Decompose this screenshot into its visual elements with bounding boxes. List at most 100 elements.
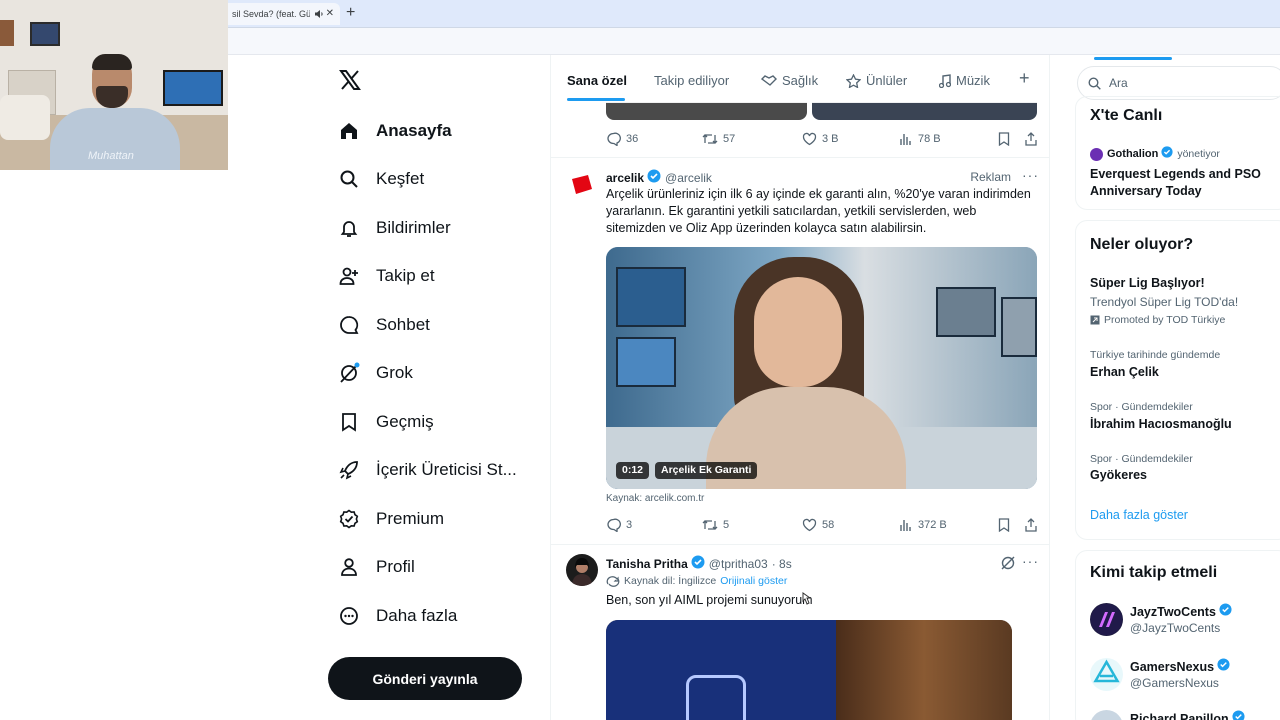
verified-badge-icon xyxy=(1161,145,1173,163)
nav-item-more[interactable]: Daha fazla xyxy=(338,604,457,628)
translation-notice: Kaynak dil: İngilizce Orijinali göster xyxy=(606,575,787,587)
suggestion-name: Richard Papillon xyxy=(1130,712,1229,720)
trend-title[interactable]: Gyökeres xyxy=(1090,468,1147,482)
previous-tweet-media[interactable] xyxy=(812,102,1037,120)
repost-button[interactable]: 57 xyxy=(702,132,735,146)
follow-suggestion[interactable]: JayzTwoCents xyxy=(1130,603,1232,621)
trends-panel xyxy=(1075,220,1280,540)
plus-icon[interactable]: + xyxy=(346,4,355,22)
repost-button[interactable]: 5 xyxy=(702,518,729,532)
avatar[interactable] xyxy=(567,170,597,200)
nav-label: Geçmiş xyxy=(376,412,434,431)
nav-label: Sohbet xyxy=(376,315,430,334)
show-original-link[interactable]: Orijinali göster xyxy=(720,575,787,587)
like-button[interactable]: 58 xyxy=(802,518,834,532)
trend-title[interactable]: İbrahim Hacıosmanoğlu xyxy=(1090,417,1232,431)
like-count: 3 B xyxy=(822,133,839,145)
bookmark-button[interactable] xyxy=(998,132,1015,146)
share-button[interactable] xyxy=(1024,518,1043,532)
follow-icon xyxy=(338,265,360,287)
tab-label: Müzik xyxy=(956,73,990,88)
avatar[interactable] xyxy=(566,554,598,586)
rocket-icon xyxy=(338,459,360,481)
speaker-icon[interactable] xyxy=(313,9,325,21)
tab-celebrities[interactable]: Ünlüler xyxy=(846,73,907,88)
active-tab-indicator xyxy=(567,98,625,101)
profile-icon xyxy=(338,556,360,578)
handshake-icon xyxy=(761,74,777,86)
share-button[interactable] xyxy=(1024,132,1043,146)
more-options-icon[interactable]: ··· xyxy=(1022,553,1039,569)
tab-music[interactable]: Müzik xyxy=(939,73,990,88)
nav-item-profile[interactable]: Profil xyxy=(338,555,415,579)
nav-item-follow[interactable]: Takip et xyxy=(338,264,435,288)
ad-source[interactable]: Kaynak: arcelik.com.tr xyxy=(606,493,704,504)
previous-tweet-actions: 36 57 3 B 78 B xyxy=(606,132,1037,150)
nav-label: Premium xyxy=(376,509,445,528)
nav-item-notifications[interactable]: Bildirimler xyxy=(338,216,451,240)
tab-for-you[interactable]: Sana özel xyxy=(567,73,627,88)
search-input[interactable]: Ara xyxy=(1077,66,1280,100)
x-logo-icon[interactable] xyxy=(338,68,362,92)
nav-item-grok[interactable]: Grok xyxy=(338,361,413,385)
show-more-link[interactable]: Daha fazla göster xyxy=(1090,508,1188,522)
trend-title[interactable]: Süper Lig Başlıyor! xyxy=(1090,276,1205,290)
tweet-text: Ben, son yıl AIML projemi sunuyorum xyxy=(606,593,813,607)
host-name: Gothalion xyxy=(1107,148,1159,160)
avatar[interactable] xyxy=(1090,603,1123,636)
nav-label: Keşfet xyxy=(376,169,425,188)
reply-icon xyxy=(607,132,621,146)
avatar[interactable] xyxy=(1090,658,1123,691)
promoted-icon xyxy=(1090,315,1100,325)
reply-button[interactable]: 36 xyxy=(606,132,638,146)
follow-suggestion[interactable]: GamersNexus xyxy=(1130,658,1230,676)
author-handle[interactable]: @tpritha03 xyxy=(709,557,768,571)
live-host[interactable]: Gothalion yönetiyor xyxy=(1090,145,1220,163)
bookmark-icon xyxy=(338,411,360,433)
live-title: X'te Canlı xyxy=(1090,107,1163,124)
post-button[interactable]: Gönderi yayınla xyxy=(328,657,522,700)
share-icon xyxy=(1025,518,1037,532)
reply-button[interactable]: 3 xyxy=(606,518,632,532)
add-tab-plus-icon[interactable]: + xyxy=(1019,68,1030,89)
nav-item-bookmarks[interactable]: Geçmiş xyxy=(338,410,434,434)
author-name[interactable]: arcelik xyxy=(606,171,644,185)
close-icon[interactable]: ✕ xyxy=(326,8,334,19)
browser-tab[interactable]: sil Sevda? (feat. Gülce ✕ xyxy=(228,3,340,25)
author-name[interactable]: Tanisha Pritha xyxy=(606,557,688,571)
tab-following[interactable]: Takip ediliyor xyxy=(654,73,729,88)
ad-video[interactable]: 0:12 Arçelik Ek Garanti xyxy=(606,247,1037,489)
grok-icon[interactable] xyxy=(1000,555,1016,576)
nav-item-chat[interactable]: Sohbet xyxy=(338,313,430,337)
views-button[interactable]: 372 B xyxy=(899,518,947,532)
nav-item-home[interactable]: Anasayfa xyxy=(338,119,452,143)
live-stream-title[interactable]: Everquest Legends and PSO Anniversary To… xyxy=(1090,166,1265,200)
nav-label: İçerik Üreticisi St... xyxy=(376,460,517,479)
tweet-time[interactable]: · 8s xyxy=(772,557,792,571)
nav-item-premium[interactable]: Premium xyxy=(338,507,444,531)
main-timeline: Sana özel Takip ediliyor Sağlık Ünlüler … xyxy=(550,55,1050,720)
nav-item-explore[interactable]: Keşfet xyxy=(338,167,424,191)
bookmark-icon xyxy=(998,132,1010,146)
video-duration: 0:12 xyxy=(616,462,650,479)
like-count: 58 xyxy=(822,519,835,531)
follow-suggestion[interactable]: Richard Papillon xyxy=(1130,710,1245,720)
previous-tweet-media[interactable] xyxy=(606,102,807,120)
more-icon xyxy=(338,605,360,627)
trend-title[interactable]: Erhan Çelik xyxy=(1090,365,1159,379)
bookmark-button[interactable] xyxy=(998,518,1015,532)
browser-toolbar xyxy=(228,28,1280,55)
tweet-media[interactable] xyxy=(606,620,1012,720)
nav-item-creator-studio[interactable]: İçerik Üreticisi St... xyxy=(338,458,517,482)
tab-health[interactable]: Sağlık xyxy=(761,73,818,88)
star-icon xyxy=(846,73,861,88)
translate-icon xyxy=(606,576,620,587)
heart-icon xyxy=(802,518,817,532)
more-options-icon[interactable]: ··· xyxy=(1022,167,1039,183)
verified-badge-icon xyxy=(691,555,705,572)
views-button[interactable]: 78 B xyxy=(899,132,941,146)
author-handle[interactable]: @arcelik xyxy=(665,171,712,185)
trend-subtitle: Trendyol Süper Lig TOD'da! xyxy=(1090,295,1239,309)
repost-icon xyxy=(702,134,718,144)
like-button[interactable]: 3 B xyxy=(802,132,839,146)
